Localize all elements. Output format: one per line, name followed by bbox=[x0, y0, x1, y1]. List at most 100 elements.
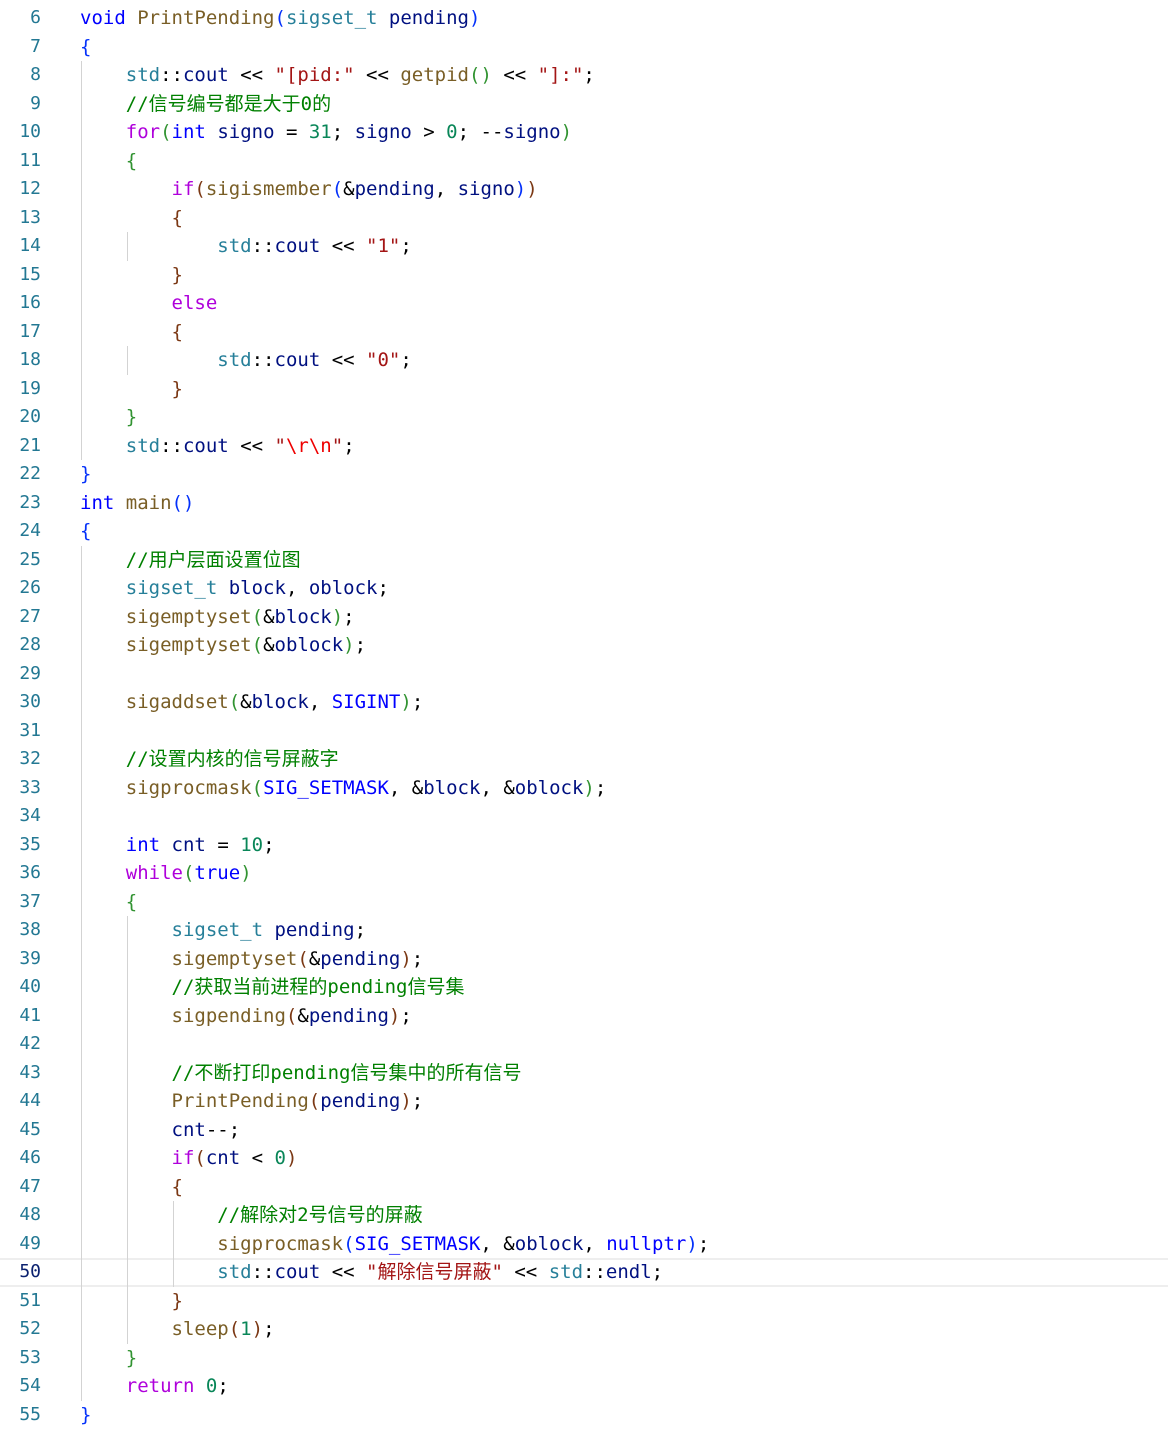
code-text: sigemptyset(&oblock); bbox=[80, 631, 366, 660]
code-line[interactable]: 26 sigset_t block, oblock; bbox=[0, 574, 1168, 603]
code-line[interactable]: 45 cnt--; bbox=[0, 1115, 1168, 1144]
code-line[interactable]: 13 { bbox=[0, 203, 1168, 232]
code-token: std bbox=[217, 1261, 252, 1283]
code-line[interactable]: 21 std::cout << "\r\n"; bbox=[0, 431, 1168, 460]
code-line[interactable]: 9 //信号编号都是大于0的 bbox=[0, 89, 1168, 118]
code-line[interactable]: 50 std::cout << "解除信号屏蔽" << std::endl; bbox=[0, 1258, 1168, 1287]
code-line[interactable]: 41 sigpending(&pending); bbox=[0, 1001, 1168, 1030]
code-line[interactable]: 53 } bbox=[0, 1343, 1168, 1372]
code-line[interactable]: 31 bbox=[0, 716, 1168, 745]
code-line[interactable]: 19 } bbox=[0, 374, 1168, 403]
code-token: ) bbox=[400, 691, 412, 713]
code-token: "[pid:" bbox=[274, 64, 355, 86]
code-line[interactable]: 36 while(true) bbox=[0, 859, 1168, 888]
line-number: 35 bbox=[19, 833, 41, 855]
line-number: 17 bbox=[19, 320, 41, 342]
code-token: "1" bbox=[366, 235, 401, 257]
line-number: 49 bbox=[19, 1232, 41, 1254]
code-token: ( bbox=[331, 178, 344, 200]
code-line[interactable]: 48 //解除对2号信号的屏蔽 bbox=[0, 1201, 1168, 1230]
code-line[interactable]: 11 { bbox=[0, 146, 1168, 175]
line-number: 43 bbox=[19, 1061, 41, 1083]
code-line[interactable]: 30 sigaddset(&block, SIGINT); bbox=[0, 688, 1168, 717]
line-number: 40 bbox=[19, 976, 41, 997]
line-number: 15 bbox=[19, 263, 41, 285]
code-text: PrintPending(pending); bbox=[80, 1087, 424, 1116]
code-line[interactable]: 42 bbox=[0, 1030, 1168, 1059]
code-line[interactable]: 51 } bbox=[0, 1286, 1168, 1315]
line-number: 7 bbox=[30, 35, 41, 57]
code-text: //不断打印pending信号集中的所有信号 bbox=[80, 1059, 522, 1088]
code-line[interactable]: 44 PrintPending(pending); bbox=[0, 1087, 1168, 1116]
code-line[interactable]: 10 for(int signo = 31; signo > 0; --sign… bbox=[0, 118, 1168, 147]
code-line[interactable]: 54 return 0; bbox=[0, 1372, 1168, 1401]
line-number: 11 bbox=[19, 149, 41, 171]
code-line[interactable]: 35 int cnt = 10; bbox=[0, 830, 1168, 860]
code-token: } bbox=[125, 406, 138, 428]
code-text: if(cnt < 0) bbox=[80, 1144, 298, 1173]
code-line[interactable]: 12 if(sigismember(&pending, signo)) bbox=[0, 175, 1168, 204]
code-line[interactable]: 8 std::cout << "[pid:" << getpid() << "]… bbox=[0, 61, 1168, 90]
code-line[interactable]: 32 //设置内核的信号屏蔽字 bbox=[0, 745, 1168, 774]
code-text: sigaddset(&block, SIGINT); bbox=[80, 688, 424, 717]
code-token: sigemptyset bbox=[171, 947, 298, 970]
code-line[interactable]: 6 void PrintPending(sigset_t pending) bbox=[0, 4, 1168, 33]
code-line[interactable]: 27 sigemptyset(&block); bbox=[0, 602, 1168, 631]
code-line[interactable]: 20 } bbox=[0, 403, 1168, 432]
code-token: ) bbox=[560, 121, 573, 143]
code-line[interactable]: 16 else bbox=[0, 289, 1168, 318]
code-text: sleep(1); bbox=[80, 1315, 275, 1344]
code-line[interactable]: 38 sigset_t pending; bbox=[0, 916, 1168, 945]
code-line[interactable]: 52 sleep(1); bbox=[0, 1315, 1168, 1344]
code-token: 31 bbox=[308, 121, 332, 143]
code-line[interactable]: 14 std::cout << "1"; bbox=[0, 232, 1168, 261]
code-text: //设置内核的信号屏蔽字 bbox=[80, 745, 339, 774]
code-line[interactable]: 43 //不断打印pending信号集中的所有信号 bbox=[0, 1058, 1168, 1088]
code-token: , bbox=[285, 577, 309, 599]
code-line[interactable]: 23 int main() bbox=[0, 489, 1168, 518]
code-line[interactable]: 18 std::cout << "0"; bbox=[0, 346, 1168, 375]
code-token: { bbox=[125, 149, 138, 172]
code-token: oblock bbox=[274, 634, 344, 656]
code-token: sigismember bbox=[205, 178, 332, 200]
code-text: sigprocmask(SIG_SETMASK, &oblock, nullpt… bbox=[80, 1230, 709, 1259]
line-number: 25 bbox=[19, 548, 41, 570]
code-line[interactable]: 47 { bbox=[0, 1172, 1168, 1201]
code-token: return bbox=[125, 1375, 195, 1397]
code-line[interactable]: 15 } bbox=[0, 260, 1168, 290]
code-token: { bbox=[80, 35, 92, 58]
code-token: ( bbox=[251, 776, 264, 799]
code-text: } bbox=[80, 261, 183, 290]
line-number: 33 bbox=[19, 776, 41, 798]
code-line[interactable]: 40 //获取当前进程的pending信号集 bbox=[0, 973, 1168, 1002]
indent-guide bbox=[127, 1030, 129, 1059]
code-line[interactable]: 55} bbox=[0, 1401, 1168, 1430]
code-token: ; bbox=[411, 1090, 424, 1112]
line-number: 30 bbox=[19, 691, 41, 712]
code-line[interactable]: 7{ bbox=[0, 33, 1168, 62]
code-line[interactable]: 34 bbox=[0, 802, 1168, 831]
code-token: block bbox=[251, 691, 309, 713]
code-line[interactable]: 17 { bbox=[0, 317, 1168, 346]
code-line[interactable]: 29 bbox=[0, 659, 1168, 688]
code-line[interactable]: 25 //用户层面设置位图 bbox=[0, 545, 1168, 574]
code-token: ( bbox=[194, 1147, 206, 1169]
code-line[interactable]: 33 sigprocmask(SIG_SETMASK, &block, &obl… bbox=[0, 773, 1168, 802]
code-line[interactable]: 46 if(cnt < 0) bbox=[0, 1144, 1168, 1173]
code-token: while bbox=[125, 862, 183, 884]
code-text: return 0; bbox=[80, 1372, 229, 1401]
code-text: int cnt = 10; bbox=[80, 831, 275, 860]
code-line[interactable]: 22} bbox=[0, 460, 1168, 489]
code-editor[interactable]: 6 void PrintPending(sigset_t pending) 7{8 … bbox=[0, 4, 1168, 1429]
code-line[interactable]: 28 sigemptyset(&oblock); bbox=[0, 631, 1168, 660]
line-number: 50 bbox=[19, 1261, 41, 1282]
code-line[interactable]: 39 sigemptyset(&pending); bbox=[0, 944, 1168, 973]
code-line[interactable]: 24 { bbox=[0, 517, 1168, 546]
code-line[interactable]: 49 sigprocmask(SIG_SETMASK, &oblock, nul… bbox=[0, 1229, 1168, 1259]
line-number: 32 bbox=[19, 748, 41, 769]
code-line[interactable]: 37 { bbox=[0, 887, 1168, 916]
